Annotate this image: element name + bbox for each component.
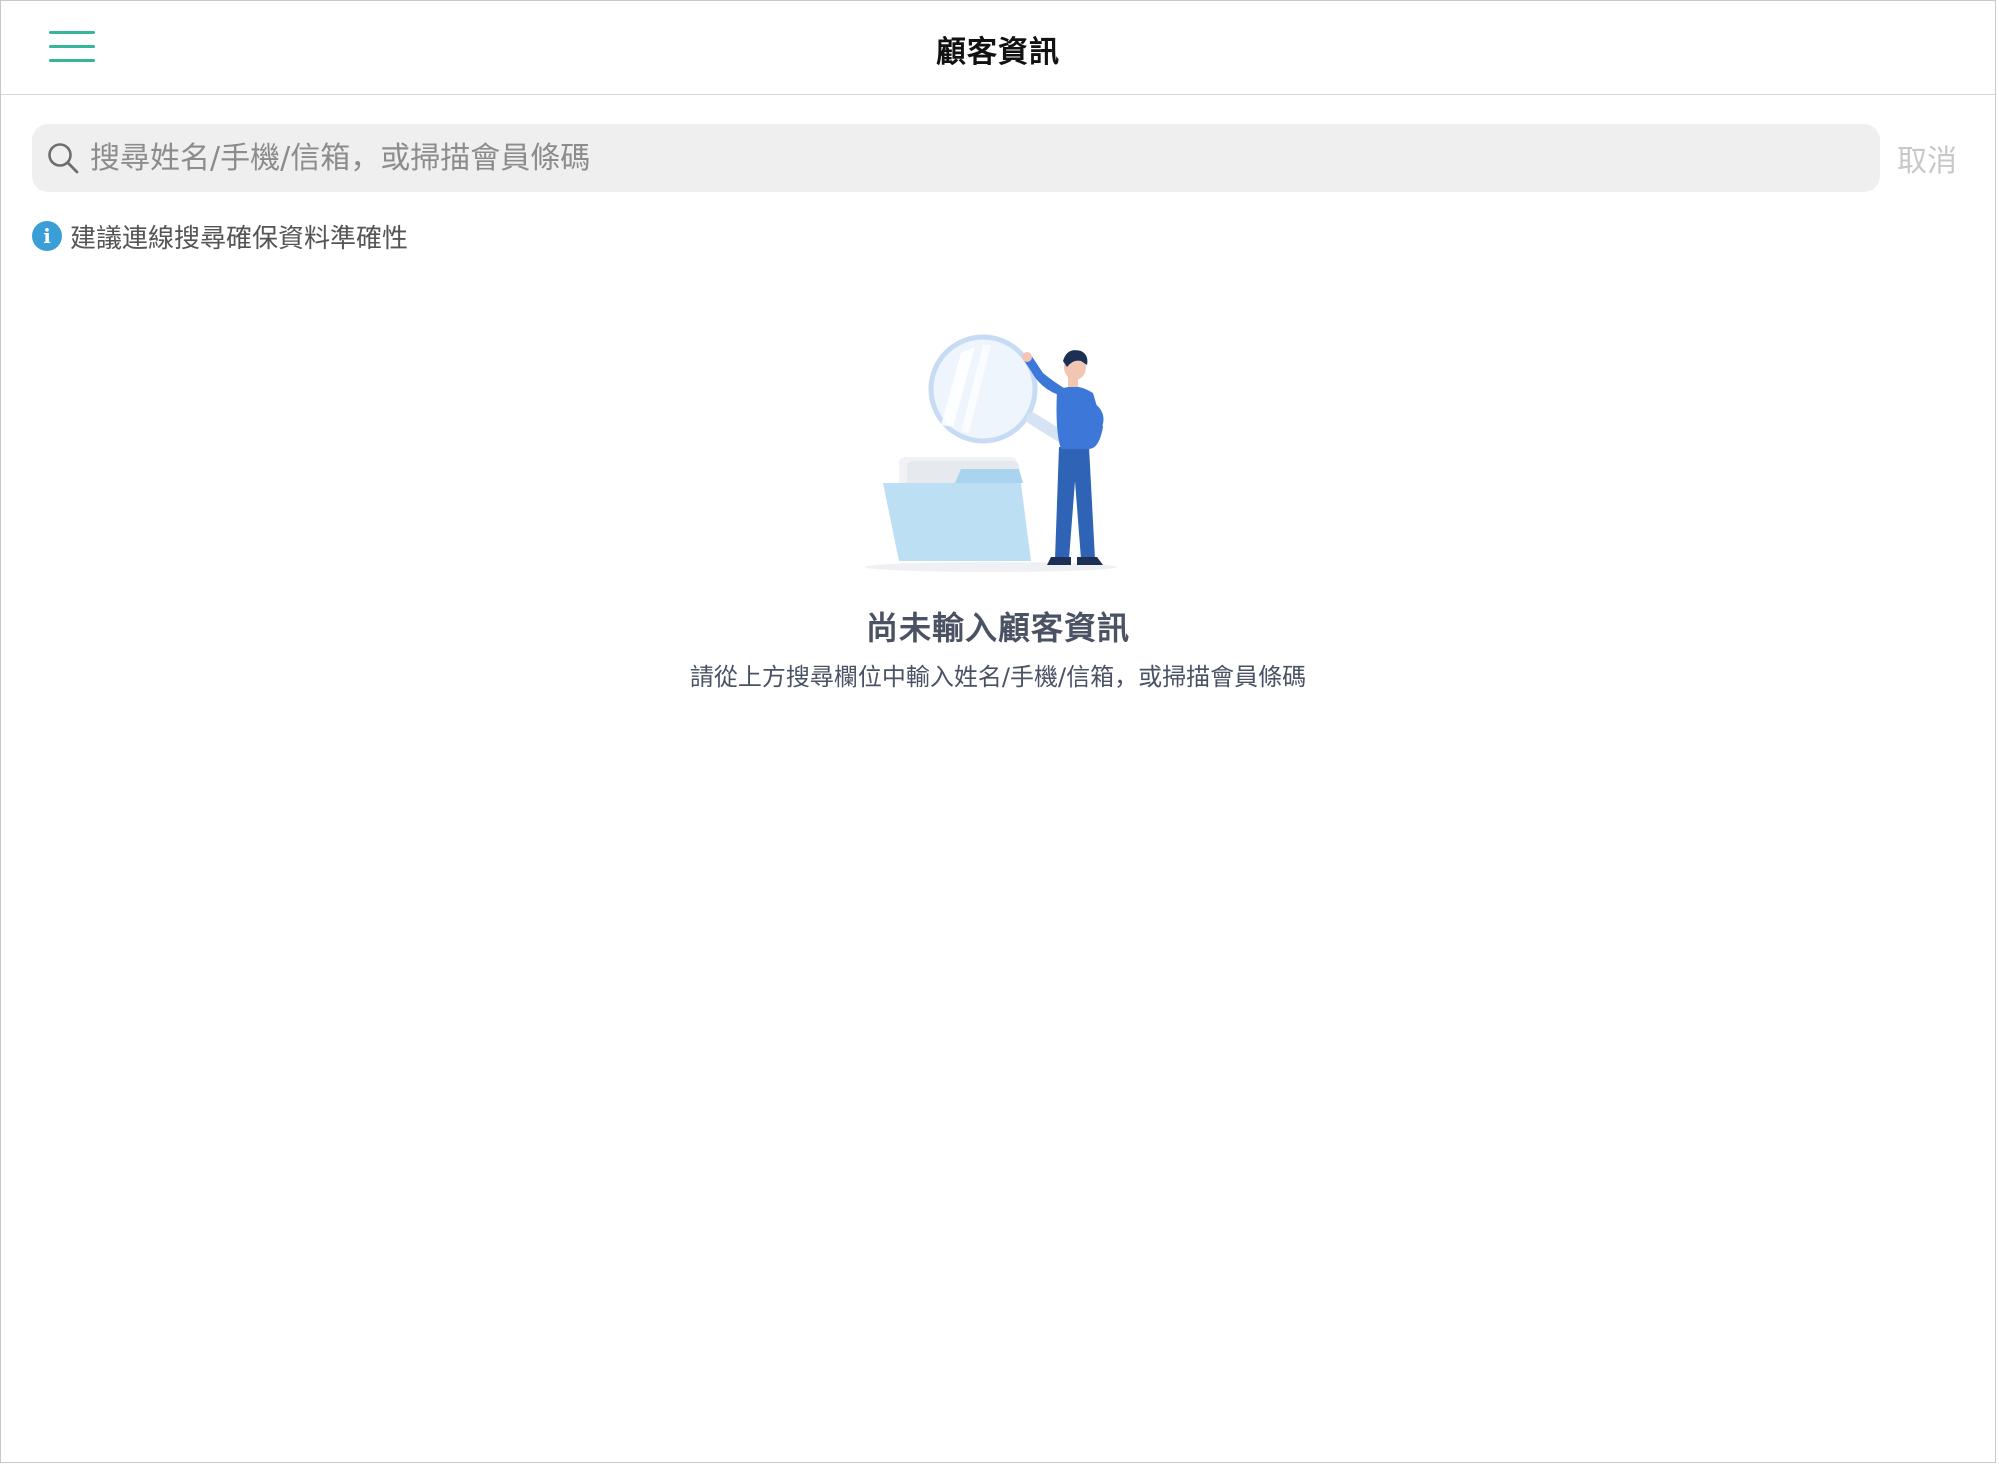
app-frame: 顧客資訊 取消 i 建議連線搜尋確保資料準確性 <box>0 0 1996 1463</box>
connection-hint: i 建議連線搜尋確保資料準確性 <box>32 220 409 254</box>
person-with-magnifier-and-folder-illustration <box>865 334 1117 572</box>
search-input[interactable] <box>90 124 1860 192</box>
top-bar: 顧客資訊 <box>1 1 1995 95</box>
empty-state-title: 尚未輸入顧客資訊 <box>865 609 1130 647</box>
search-bar[interactable] <box>32 124 1880 192</box>
cancel-button[interactable]: 取消 <box>1897 136 1957 180</box>
empty-state-description: 請從上方搜尋欄位中輸入姓名/手機/信箱，或掃描會員條碼 <box>689 663 1307 691</box>
page-title: 顧客資訊 <box>936 35 1060 70</box>
info-icon: i <box>32 221 62 251</box>
hint-text: 建議連線搜尋確保資料準確性 <box>70 223 409 254</box>
search-icon <box>48 143 79 174</box>
